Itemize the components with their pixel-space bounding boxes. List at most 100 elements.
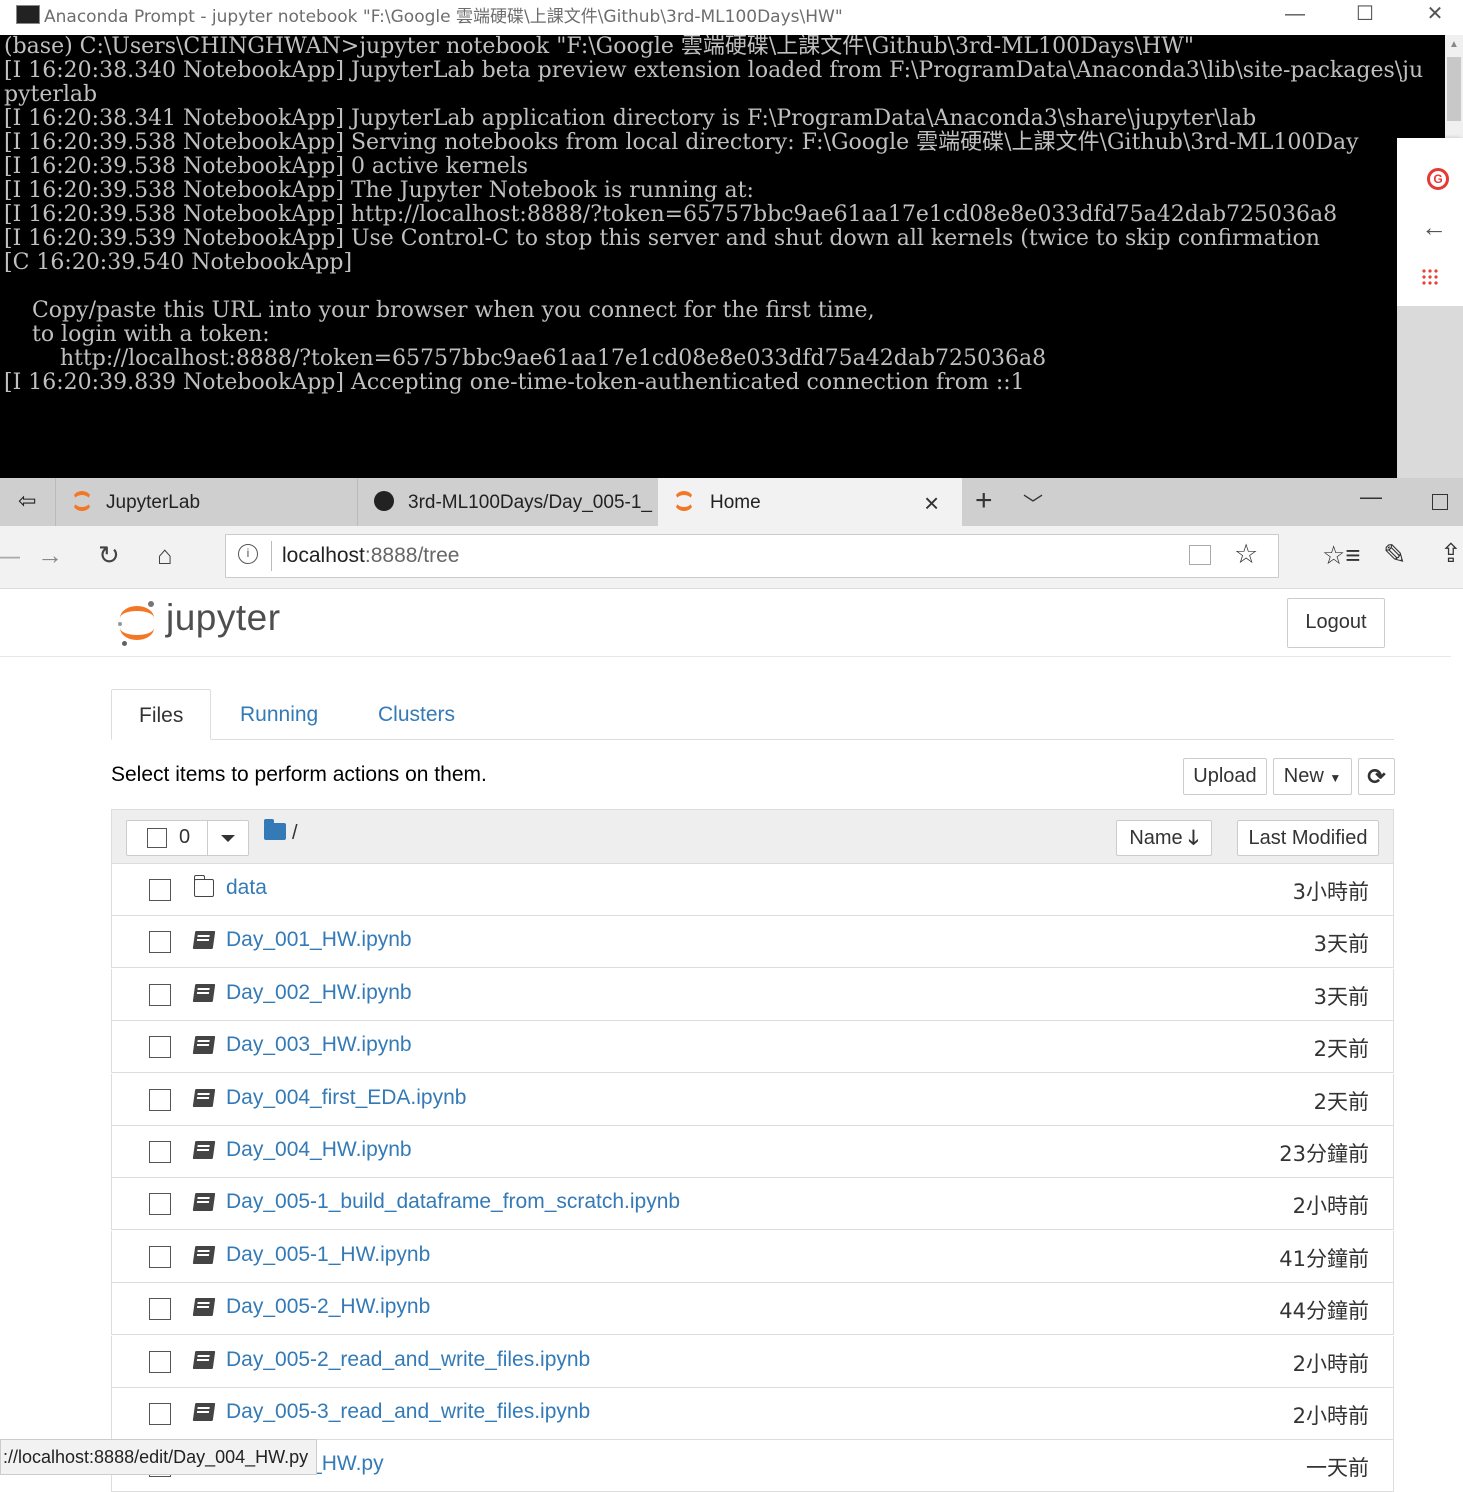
file-name-link[interactable]: data <box>226 876 267 900</box>
google-icon[interactable]: G <box>1427 168 1449 190</box>
file-row[interactable]: Day_005-3_read_and_write_files.ipynb 2小時前 <box>111 1388 1394 1440</box>
file-row[interactable]: Day_002_HW.ipynb 3天前 <box>111 969 1394 1021</box>
browser-minimize-icon[interactable]: — <box>1360 484 1382 510</box>
select-dropdown-button[interactable] <box>207 820 249 856</box>
browser-maximize-icon[interactable] <box>1432 494 1448 510</box>
file-name-link[interactable]: Day_004_HW.ipynb <box>226 1138 412 1162</box>
panel-gray-area <box>1397 306 1463 478</box>
new-dropdown-button[interactable]: New ▼ <box>1273 758 1352 795</box>
back-arrow-icon[interactable]: ← <box>1421 212 1447 243</box>
folder-icon[interactable] <box>264 819 286 840</box>
row-checkbox[interactable] <box>149 1246 171 1268</box>
back-icon[interactable]: — <box>0 540 20 571</box>
sort-by-modified-button[interactable]: Last Modified <box>1237 820 1379 856</box>
tab-github[interactable]: 3rd-ML100Days/Day_005-1_ <box>358 478 658 526</box>
file-row[interactable]: Day_003_HW.ipynb 2天前 <box>111 1021 1394 1073</box>
scroll-up-icon[interactable]: ▲ <box>1449 39 1459 50</box>
file-row[interactable]: Day_001_HW.ipynb 3天前 <box>111 916 1394 968</box>
console-output[interactable]: (base) C:\Users\CHINGHWAN>jupyter notebo… <box>0 35 1445 478</box>
row-checkbox[interactable] <box>149 1298 171 1320</box>
close-icon[interactable]: ✕ <box>1412 0 1458 30</box>
home-icon[interactable]: ⌂ <box>157 540 173 571</box>
set-tabs-aside-button[interactable]: ⇦ <box>0 478 56 526</box>
row-checkbox[interactable] <box>149 1089 171 1111</box>
info-icon[interactable]: i <box>238 544 258 564</box>
file-row[interactable]: Day_005-1_build_dataframe_from_scratch.i… <box>111 1178 1394 1230</box>
chevron-down-icon[interactable]: ﹀ <box>1023 488 1043 517</box>
file-row[interactable]: data 3小時前 <box>111 864 1394 916</box>
row-checkbox[interactable] <box>149 879 171 901</box>
file-name-link[interactable]: Day_005-1_HW.ipynb <box>226 1243 430 1267</box>
web-note-pen-icon[interactable]: ✎ <box>1383 538 1406 571</box>
caret-down-icon: ▼ <box>1329 771 1342 785</box>
file-list-header: 0 / Name 🡓 Last Modified <box>111 809 1394 864</box>
console-line: (base) C:\Users\CHINGHWAN>jupyter notebo… <box>4 35 1194 59</box>
share-icon[interactable]: ⇪ <box>1440 538 1462 569</box>
favorites-icon[interactable]: ☆≡ <box>1322 540 1360 571</box>
sort-by-name-button[interactable]: Name 🡓 <box>1116 820 1212 856</box>
upload-button[interactable]: Upload <box>1183 758 1267 795</box>
last-modified: 2天前 <box>1313 1090 1369 1114</box>
logout-button[interactable]: Logout <box>1287 598 1385 648</box>
row-checkbox[interactable] <box>149 984 171 1006</box>
file-name-link[interactable]: Day_001_HW.ipynb <box>226 928 412 952</box>
tab-jupyterlab[interactable]: JupyterLab <box>56 478 358 526</box>
breadcrumb-root[interactable]: / <box>292 822 298 845</box>
close-tab-icon[interactable]: × <box>924 488 939 519</box>
file-row[interactable]: Day_005-1_HW.ipynb 41分鐘前 <box>111 1231 1394 1283</box>
file-name-link[interactable]: Day_003_HW.ipynb <box>226 1033 412 1057</box>
file-name-link[interactable]: Day_002_HW.ipynb <box>226 981 412 1005</box>
row-checkbox[interactable] <box>149 1141 171 1163</box>
select-all-checkbox[interactable] <box>147 828 167 848</box>
row-checkbox[interactable] <box>149 1403 171 1425</box>
new-tab-icon[interactable]: + <box>975 484 993 518</box>
file-name-link[interactable]: Day_005-3_read_and_write_files.ipynb <box>226 1400 590 1424</box>
file-row[interactable]: Day_004_HW.ipynb 23分鐘前 <box>111 1126 1394 1178</box>
select-all-control[interactable]: 0 <box>126 820 208 856</box>
reading-view-icon[interactable] <box>1189 545 1211 565</box>
scrollbar-thumb[interactable] <box>1447 57 1461 121</box>
notebook-icon <box>192 1141 216 1159</box>
apps-grid-icon[interactable] <box>1421 268 1439 286</box>
row-checkbox[interactable] <box>149 931 171 953</box>
jupyter-brand[interactable]: jupyter <box>166 597 281 639</box>
file-name-link[interactable]: Day_005-2_HW.ipynb <box>226 1295 430 1319</box>
forward-icon[interactable]: → <box>37 540 63 571</box>
folder-icon <box>193 875 214 897</box>
tab-files[interactable]: Files <box>111 689 212 740</box>
tab-home[interactable]: Home × <box>658 478 962 526</box>
notebook-icon <box>192 1036 216 1054</box>
maximize-icon[interactable]: ☐ <box>1342 0 1388 30</box>
file-row[interactable]: Day_004_first_EDA.ipynb 2天前 <box>111 1074 1394 1126</box>
tabs-aside-icon: ⇦ <box>18 488 37 513</box>
file-name-link[interactable]: Day_005-1_build_dataframe_from_scratch.i… <box>226 1190 680 1214</box>
sort-name-label: Name <box>1129 827 1183 849</box>
last-modified: 44分鐘前 <box>1279 1299 1369 1323</box>
refresh-list-button[interactable]: ⟳ <box>1358 758 1395 795</box>
file-name-link[interactable]: Day_004_first_EDA.ipynb <box>226 1086 466 1110</box>
tab-running[interactable]: Running <box>213 689 345 739</box>
refresh-icon[interactable]: ↻ <box>98 540 120 571</box>
status-url-tooltip: ://localhost:8888/edit/Day_004_HW.py <box>0 1439 318 1475</box>
address-url[interactable]: localhost:8888/tree <box>282 544 459 568</box>
row-checkbox[interactable] <box>149 1193 171 1215</box>
console-app-icon <box>16 5 40 24</box>
tab-clusters[interactable]: Clusters <box>351 689 482 739</box>
row-checkbox[interactable] <box>149 1351 171 1373</box>
arrow-down-icon: 🡓 <box>1188 827 1199 849</box>
file-name-link[interactable]: Day_005-2_read_and_write_files.ipynb <box>226 1348 590 1372</box>
jupyter-logo-icon[interactable] <box>118 601 156 646</box>
address-separator <box>271 541 272 571</box>
file-row[interactable]: Day_005-2_read_and_write_files.ipynb 2小時前 <box>111 1336 1394 1388</box>
console-window-title: Anaconda Prompt - jupyter notebook "F:\G… <box>44 7 843 27</box>
page-scrollbar[interactable] <box>1451 589 1463 1482</box>
last-modified: 3小時前 <box>1292 880 1369 904</box>
row-checkbox[interactable] <box>149 1036 171 1058</box>
file-row[interactable]: Day_005-2_HW.ipynb 44分鐘前 <box>111 1283 1394 1335</box>
address-bar[interactable]: i localhost:8888/tree ☆ <box>225 534 1279 578</box>
favorite-star-icon[interactable]: ☆ <box>1234 539 1258 570</box>
url-host: localhost <box>282 544 365 567</box>
minimize-icon[interactable]: — <box>1272 0 1318 30</box>
jupyter-header: jupyter Logout <box>0 589 1463 657</box>
